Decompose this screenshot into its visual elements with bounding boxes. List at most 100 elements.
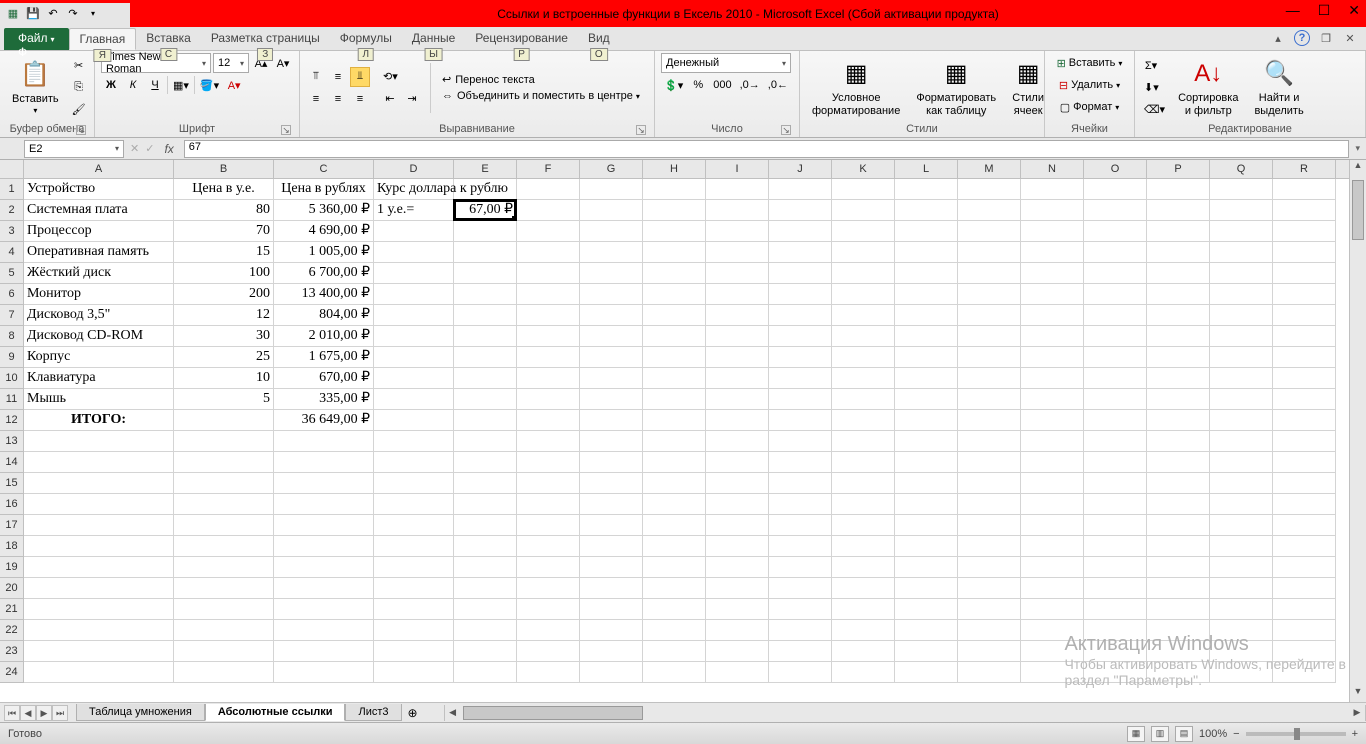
increase-indent-icon[interactable]: ⇥ — [402, 89, 422, 109]
sheet-tab[interactable]: Таблица умножения — [76, 704, 205, 721]
cell[interactable] — [1084, 494, 1147, 515]
cell[interactable] — [958, 452, 1021, 473]
cell[interactable] — [769, 347, 832, 368]
format-cells-button[interactable]: ▢Формат▾ — [1051, 97, 1128, 117]
column-header[interactable]: A — [24, 160, 174, 178]
cell[interactable] — [1147, 305, 1210, 326]
cell[interactable] — [1273, 473, 1336, 494]
cell[interactable] — [1273, 347, 1336, 368]
enter-icon[interactable]: ✓ — [145, 142, 154, 155]
cell[interactable] — [1147, 515, 1210, 536]
cell[interactable] — [1273, 620, 1336, 641]
cell[interactable] — [958, 347, 1021, 368]
row-header[interactable]: 2 — [0, 200, 24, 221]
ribbon-tab[interactable]: Разметка страницыЗ — [201, 28, 330, 50]
cell[interactable] — [1147, 452, 1210, 473]
cell[interactable]: ИТОГО: — [24, 410, 174, 431]
cell[interactable]: 12 — [174, 305, 274, 326]
row-header[interactable]: 19 — [0, 557, 24, 578]
copy-button[interactable]: ⎘ — [69, 78, 89, 98]
cell[interactable] — [1273, 242, 1336, 263]
cell[interactable] — [1210, 410, 1273, 431]
cell[interactable] — [374, 305, 454, 326]
cell[interactable]: Цена в рублях — [274, 179, 374, 200]
cell[interactable]: 5 360,00 ₽ — [274, 200, 374, 221]
cell[interactable] — [706, 578, 769, 599]
cell[interactable] — [958, 242, 1021, 263]
sheet-nav-prev-icon[interactable]: ◀ — [20, 705, 36, 721]
cell[interactable]: 335,00 ₽ — [274, 389, 374, 410]
cell[interactable] — [832, 452, 895, 473]
increase-decimal-icon[interactable]: ,0→ — [737, 75, 763, 95]
cell[interactable] — [1147, 578, 1210, 599]
cell[interactable] — [1084, 221, 1147, 242]
cell[interactable] — [1210, 263, 1273, 284]
cell[interactable] — [769, 452, 832, 473]
cell[interactable] — [832, 410, 895, 431]
cell[interactable] — [1273, 263, 1336, 284]
save-icon[interactable]: 💾 — [24, 5, 42, 23]
cell[interactable]: 15 — [174, 242, 274, 263]
dialog-launcher[interactable]: ↘ — [781, 125, 791, 135]
cell[interactable] — [832, 515, 895, 536]
row-header[interactable]: 15 — [0, 473, 24, 494]
column-header[interactable]: I — [706, 160, 769, 178]
cell[interactable] — [643, 263, 706, 284]
cell[interactable] — [1021, 284, 1084, 305]
restore-window-icon[interactable]: ❐ — [1318, 30, 1334, 46]
cell[interactable] — [274, 641, 374, 662]
cell[interactable]: 4 690,00 ₽ — [274, 221, 374, 242]
cell[interactable] — [706, 662, 769, 683]
cell[interactable] — [1084, 200, 1147, 221]
vertical-scrollbar[interactable]: ▲ ▼ — [1349, 160, 1366, 702]
cell[interactable] — [1210, 305, 1273, 326]
cell[interactable] — [1147, 494, 1210, 515]
cell[interactable] — [1021, 368, 1084, 389]
file-tab[interactable]: Файл▾ Ф — [4, 28, 69, 50]
cell[interactable] — [454, 347, 517, 368]
cell[interactable] — [706, 452, 769, 473]
wrap-text-button[interactable]: ↩Перенос текста — [439, 72, 538, 87]
cell[interactable] — [1273, 410, 1336, 431]
cell[interactable] — [643, 305, 706, 326]
sheet-tab[interactable]: Абсолютные ссылки — [205, 704, 346, 721]
cell[interactable] — [769, 200, 832, 221]
name-box[interactable]: E2▾ — [24, 140, 124, 158]
cell[interactable] — [643, 641, 706, 662]
cell[interactable] — [643, 599, 706, 620]
cell[interactable] — [1273, 284, 1336, 305]
cell[interactable] — [1273, 368, 1336, 389]
cell[interactable] — [454, 179, 517, 200]
cell[interactable] — [958, 284, 1021, 305]
cell[interactable] — [958, 494, 1021, 515]
cell[interactable] — [895, 326, 958, 347]
row-header[interactable]: 3 — [0, 221, 24, 242]
cell[interactable] — [517, 431, 580, 452]
cell[interactable] — [274, 578, 374, 599]
cell[interactable] — [832, 305, 895, 326]
align-bottom-icon[interactable]: ⫫ — [350, 67, 370, 87]
maximize-button[interactable]: ☐ — [1318, 2, 1331, 19]
cell[interactable] — [1084, 515, 1147, 536]
cell[interactable] — [1210, 599, 1273, 620]
clear-button[interactable]: ⌫▾ — [1141, 100, 1168, 120]
cell[interactable] — [454, 557, 517, 578]
scroll-up-icon[interactable]: ▲ — [1350, 160, 1366, 176]
cell[interactable] — [1084, 536, 1147, 557]
cell[interactable] — [24, 557, 174, 578]
cell[interactable] — [706, 536, 769, 557]
cell[interactable]: 25 — [174, 347, 274, 368]
cell[interactable] — [374, 536, 454, 557]
cell[interactable] — [706, 494, 769, 515]
column-header[interactable]: B — [174, 160, 274, 178]
cell[interactable] — [580, 620, 643, 641]
cell[interactable] — [1210, 347, 1273, 368]
italic-button[interactable]: К — [123, 75, 143, 95]
cell[interactable] — [958, 368, 1021, 389]
cell[interactable] — [1210, 515, 1273, 536]
cell[interactable] — [374, 599, 454, 620]
cell[interactable] — [958, 410, 1021, 431]
cell[interactable] — [958, 389, 1021, 410]
column-header[interactable]: N — [1021, 160, 1084, 178]
percent-icon[interactable]: % — [688, 75, 708, 95]
